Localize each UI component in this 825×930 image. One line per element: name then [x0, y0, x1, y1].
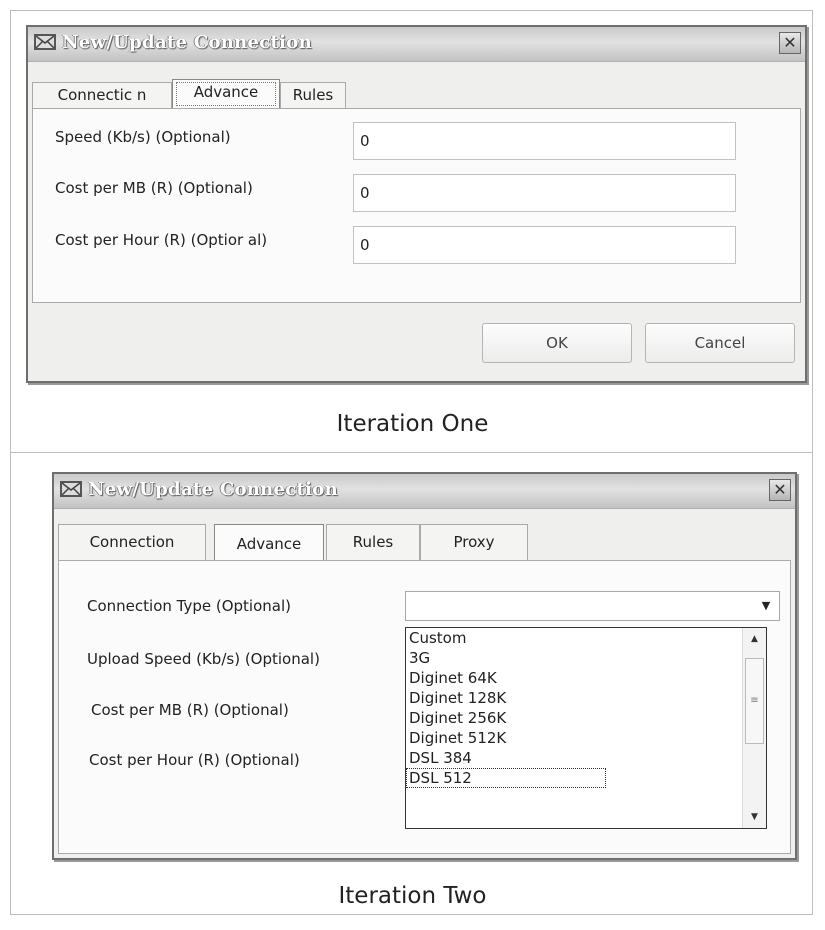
- tab-rules[interactable]: Rules: [326, 524, 420, 560]
- dropdown-option[interactable]: Diginet 64K: [406, 668, 736, 688]
- close-icon: ✕: [773, 480, 787, 499]
- speed-field[interactable]: 0: [353, 122, 736, 160]
- connection-type-dropdown[interactable]: Custom 3G Diginet 64K Diginet 128K Digin…: [405, 627, 767, 829]
- tab-label: Connectic n: [57, 86, 147, 104]
- dropdown-option[interactable]: DSL 384: [406, 748, 736, 768]
- connection-type-label: Connection Type (Optional): [87, 597, 291, 615]
- caption-iteration-one: Iteration One: [336, 411, 489, 437]
- upload-speed-label: Upload Speed (Kb/s) (Optional): [87, 650, 320, 668]
- close-icon: ✕: [783, 33, 797, 52]
- tab-strip: Connection Advance Rules Proxy: [58, 524, 538, 560]
- tab-label: Connection: [89, 533, 175, 551]
- chevron-down-icon[interactable]: ▼: [757, 596, 775, 616]
- dropdown-option-focused[interactable]: DSL 512: [406, 768, 606, 788]
- cost-per-hour-label: Cost per Hour (R) (Optional): [89, 751, 300, 769]
- tab-label: Advance: [236, 535, 302, 553]
- dialog-iteration-one: New/Update Connection ✕ Connectic n Adva…: [26, 25, 807, 383]
- tab-advance[interactable]: Advance: [214, 524, 324, 560]
- dropdown-option[interactable]: Diginet 512K: [406, 728, 736, 748]
- cost-per-hour-label: Cost per Hour (R) (Optior al): [55, 231, 268, 249]
- title-bar[interactable]: New/Update Connection ✕: [28, 27, 805, 62]
- scroll-down-icon[interactable]: ▼: [745, 808, 764, 826]
- tab-label: Rules: [292, 86, 334, 104]
- cost-per-hour-field[interactable]: 0: [353, 226, 736, 264]
- speed-label: Speed (Kb/s) (Optional): [55, 128, 231, 146]
- tab-connection[interactable]: Connectic n: [32, 82, 172, 108]
- focus-ring: [176, 82, 276, 106]
- envelope-icon: [34, 34, 56, 50]
- envelope-icon: [60, 481, 82, 497]
- tab-connection[interactable]: Connection: [58, 524, 206, 560]
- tab-label: Proxy: [453, 533, 495, 551]
- tab-advance[interactable]: Advance: [172, 79, 280, 108]
- ok-button[interactable]: OK: [482, 323, 632, 363]
- cost-per-mb-label: Cost per MB (R) (Optional): [55, 179, 253, 197]
- dropdown-list: Custom 3G Diginet 64K Diginet 128K Digin…: [406, 628, 736, 788]
- dropdown-scrollbar[interactable]: ▲ ≡ ▼: [742, 628, 766, 828]
- cost-per-mb-field[interactable]: 0: [353, 174, 736, 212]
- scroll-thumb[interactable]: ≡: [745, 658, 764, 744]
- close-button[interactable]: ✕: [769, 479, 791, 501]
- tab-strip: Connectic n Advance Rules: [32, 79, 432, 108]
- title-bar[interactable]: New/Update Connection ✕: [54, 474, 795, 509]
- close-button[interactable]: ✕: [779, 32, 801, 54]
- cancel-button[interactable]: Cancel: [645, 323, 795, 363]
- tab-label: Rules: [352, 533, 394, 551]
- dialog-title: New/Update Connection: [88, 479, 339, 500]
- caption-iteration-two: Iteration Two: [338, 883, 487, 909]
- dialog-iteration-two: New/Update Connection ✕ Connection Advan…: [52, 472, 797, 860]
- scroll-up-icon[interactable]: ▲: [745, 630, 764, 648]
- tab-proxy[interactable]: Proxy: [420, 524, 528, 560]
- connection-type-select[interactable]: ▼: [405, 591, 780, 621]
- cost-per-mb-label: Cost per MB (R) (Optional): [91, 701, 289, 719]
- dropdown-option[interactable]: 3G: [406, 648, 736, 668]
- dropdown-option[interactable]: Diginet 256K: [406, 708, 736, 728]
- advance-panel: Connection Type (Optional) ▼ Upload Spee…: [58, 560, 791, 854]
- tab-rules[interactable]: Rules: [280, 82, 346, 108]
- dropdown-option[interactable]: Custom: [406, 628, 736, 648]
- advance-panel: Speed (Kb/s) (Optional) 0 Cost per MB (R…: [32, 108, 801, 303]
- section-divider: [10, 452, 813, 453]
- dropdown-option[interactable]: Diginet 128K: [406, 688, 736, 708]
- dialog-title: New/Update Connection: [62, 32, 313, 53]
